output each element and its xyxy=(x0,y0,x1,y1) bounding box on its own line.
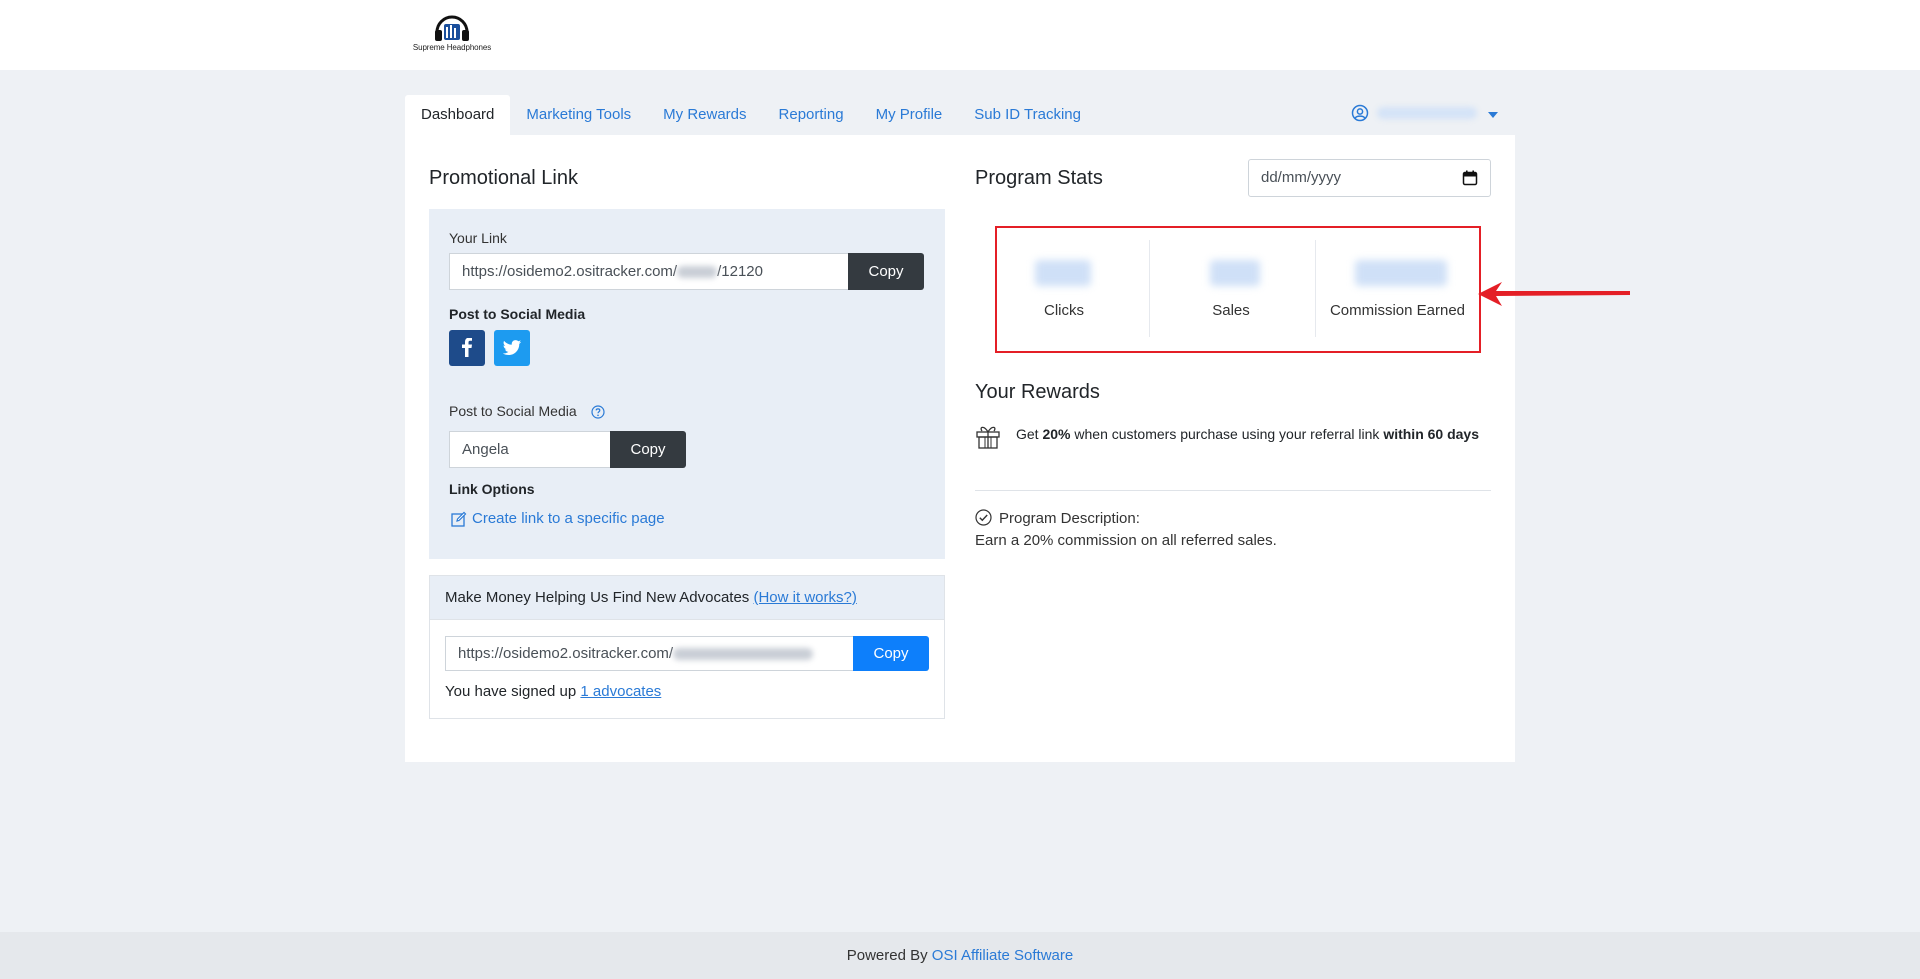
create-specific-link[interactable]: Create link to a specific page xyxy=(472,510,665,527)
signed-up-text: You have signed up 1 advocates xyxy=(445,683,661,700)
annotation-arrow-icon xyxy=(1478,282,1630,306)
your-link-label: Your Link xyxy=(449,230,507,246)
calendar-icon[interactable] xyxy=(1462,170,1478,186)
program-stats-title: Program Stats xyxy=(975,167,1103,189)
stat-clicks: Clicks xyxy=(997,228,1143,351)
user-circle-icon xyxy=(1351,104,1369,122)
stat-clicks-label: Clicks xyxy=(1044,302,1084,319)
footer-powered-by: Powered By xyxy=(846,947,932,964)
logo-text: Supreme Headphones xyxy=(412,43,492,52)
reward-percent: 20% xyxy=(1042,426,1071,442)
date-filter-input[interactable]: dd/mm/yyyy xyxy=(1248,159,1491,197)
post-social-label: Post to Social Media xyxy=(449,306,586,322)
copy-link-button[interactable]: Copy xyxy=(848,253,924,290)
redacted-id xyxy=(673,648,814,661)
tab-reporting[interactable]: Reporting xyxy=(763,95,860,135)
advocates-panel: Make Money Helping Us Find New Advocates… xyxy=(429,575,945,719)
top-header: Supreme Headphones xyxy=(0,0,1920,70)
date-placeholder: dd/mm/yyyy xyxy=(1261,169,1342,186)
footer-osi-link[interactable]: OSI Affiliate Software xyxy=(932,947,1073,964)
your-rewards-title: Your Rewards xyxy=(975,381,1100,403)
help-question-icon[interactable] xyxy=(591,405,605,419)
user-name-redacted xyxy=(1377,107,1477,119)
promotional-link-title: Promotional Link xyxy=(429,167,578,189)
link-options-label: Link Options xyxy=(449,481,535,497)
reward-text-2: when customers purchase using your refer… xyxy=(1070,426,1384,442)
stat-sales-label: Sales xyxy=(1212,302,1250,319)
twitter-icon xyxy=(502,340,522,355)
reward-text-1: Get xyxy=(1016,426,1043,442)
how-it-works-link[interactable]: (How it works?) xyxy=(753,589,856,606)
stat-clicks-value xyxy=(1035,260,1091,286)
tab-sub-id-tracking[interactable]: Sub ID Tracking xyxy=(958,95,1097,135)
stat-commission-label: Commission Earned xyxy=(1329,302,1466,319)
stat-sales-value xyxy=(1210,260,1260,286)
program-description-label: Program Description: xyxy=(999,510,1140,527)
facebook-share-button[interactable] xyxy=(449,330,485,366)
advocates-heading-text: Make Money Helping Us Find New Advocates xyxy=(445,589,754,606)
brand-logo[interactable]: Supreme Headphones xyxy=(406,14,498,56)
caret-down-icon xyxy=(1488,112,1498,118)
advocates-heading: Make Money Helping Us Find New Advocates… xyxy=(430,576,944,620)
gift-icon xyxy=(976,426,1000,449)
main-nav-tabs: Dashboard Marketing Tools My Rewards Rep… xyxy=(405,95,1097,135)
edit-icon xyxy=(451,511,467,527)
redacted-id xyxy=(677,266,718,279)
twitter-share-button[interactable] xyxy=(494,330,530,366)
stats-highlight-box: Clicks Sales Commission Earned xyxy=(995,226,1481,353)
advocate-link-input[interactable]: https://osidemo2.ositracker.com/ xyxy=(445,636,854,671)
tab-marketing-tools[interactable]: Marketing Tools xyxy=(510,95,647,135)
signed-up-label: You have signed up xyxy=(445,683,581,700)
tab-my-rewards[interactable]: My Rewards xyxy=(647,95,762,135)
check-circle-icon xyxy=(975,509,992,526)
facebook-icon xyxy=(462,338,472,357)
section-divider xyxy=(975,490,1491,491)
user-menu-dropdown[interactable] xyxy=(1351,102,1499,126)
tab-my-profile[interactable]: My Profile xyxy=(860,95,959,135)
social-name-input[interactable]: Angela xyxy=(449,431,611,468)
dashboard-card: Promotional Link Your Link https://oside… xyxy=(405,135,1515,762)
advocates-count-link[interactable]: 1 advocates xyxy=(580,683,661,700)
your-link-text: https://osidemo2.ositracker.com/ xyxy=(462,263,678,280)
your-link-input[interactable]: https://osidemo2.ositracker.com/ /12120 xyxy=(449,253,849,290)
headphones-logo-icon xyxy=(435,15,469,41)
stat-sales: Sales xyxy=(1150,228,1314,351)
promotional-link-panel: Your Link https://osidemo2.ositracker.co… xyxy=(429,209,945,559)
reward-duration: within 60 days xyxy=(1383,426,1480,442)
page-footer: Powered By OSI Affiliate Software xyxy=(0,932,1920,979)
stat-commission: Commission Earned xyxy=(1316,228,1479,351)
program-description-text: Earn a 20% commission on all referred sa… xyxy=(975,532,1277,549)
reward-description: Get 20% when customers purchase using yo… xyxy=(1016,425,1491,443)
tab-dashboard[interactable]: Dashboard xyxy=(405,95,511,135)
your-link-suffix: /12120 xyxy=(717,263,763,280)
copy-advocate-link-button[interactable]: Copy xyxy=(853,636,929,671)
copy-social-button[interactable]: Copy xyxy=(610,431,686,468)
advocate-link-text: https://osidemo2.ositracker.com/ xyxy=(458,645,674,662)
stat-commission-value xyxy=(1355,260,1447,286)
post-social-label-2: Post to Social Media xyxy=(449,403,577,419)
